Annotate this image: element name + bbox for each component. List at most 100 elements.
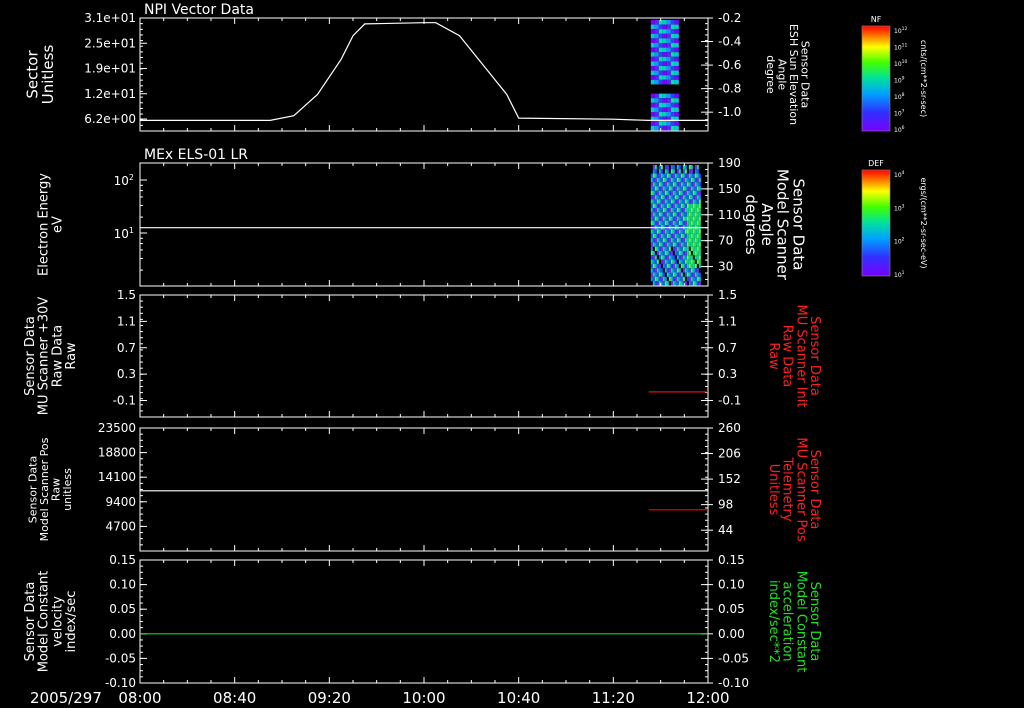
spectrogram-cell <box>690 186 693 191</box>
spectrogram-cell <box>686 208 689 213</box>
spectrogram-cell <box>656 229 659 234</box>
left-tick-label: -0.05 <box>105 651 136 665</box>
spectrogram-cell <box>652 259 655 264</box>
spectrogram-cell <box>688 263 691 269</box>
left-tick-label: 1.1 <box>117 314 136 328</box>
spectrogram-cell <box>678 173 681 178</box>
spectrogram-cell <box>688 212 691 217</box>
spectrogram-cell <box>654 229 657 234</box>
left-tick-label: 0.7 <box>117 341 136 355</box>
spectrogram-cell <box>660 208 663 213</box>
spectrogram-cell <box>680 229 683 234</box>
spectrogram-cell <box>654 263 657 269</box>
panel-2: MEx ELS-01 LR1021011901501107030Electron… <box>37 147 807 287</box>
spectrogram-cell <box>684 177 687 183</box>
spectrogram-cell <box>678 199 681 204</box>
axis-label-line: unitless <box>61 468 74 511</box>
spectrogram-cell <box>652 255 655 260</box>
spectrogram-cell <box>650 29 655 34</box>
spectrogram-cell <box>684 186 687 191</box>
spectrogram-cell <box>660 195 663 200</box>
spectrogram-cell <box>678 165 681 170</box>
spectrogram-cell <box>688 190 691 196</box>
spectrogram-cell <box>696 165 699 170</box>
spectrogram-cell <box>670 173 673 178</box>
spectrogram-cell <box>684 195 687 200</box>
spectrogram-cell <box>654 107 659 112</box>
left-axis-label: Sensor DataMU Scanner +30VRaw DataRaw <box>23 297 79 416</box>
spectrogram-cell <box>698 190 701 196</box>
spectrogram-cell <box>666 203 669 208</box>
spectrogram-cell <box>660 242 663 247</box>
spectrogram-cell <box>674 29 679 34</box>
spectrogram-cell <box>662 24 667 30</box>
spectrogram-cell <box>660 169 663 174</box>
spectrogram-cell <box>678 246 681 251</box>
spectrogram-cell <box>660 251 663 256</box>
spectrogram-cell <box>676 169 679 174</box>
left-tick-label: 1.2e+01 <box>84 87 136 101</box>
axis-label-line: ergs/(cm**2-sr-sec-eV) <box>919 177 928 268</box>
spectrogram-cell <box>694 165 697 170</box>
spectrogram-cell <box>666 33 671 39</box>
spectrogram-cell <box>662 208 665 213</box>
spectrogram-cell <box>676 281 679 286</box>
spectrogram-cell <box>658 121 663 126</box>
spectrogram-cell <box>696 242 699 247</box>
spectrogram-cell <box>654 173 657 178</box>
spectrogram-cell <box>678 186 681 191</box>
spectrogram-cell <box>664 182 667 187</box>
tick-exponent: 12 <box>902 26 908 32</box>
spectrogram-cell <box>664 268 667 273</box>
spectrogram-cell <box>650 102 655 108</box>
spectrogram-cell <box>668 199 671 204</box>
spectrogram-cell <box>670 199 673 204</box>
colorbar-tick-label: 104 <box>894 170 905 179</box>
spectrogram-cell <box>664 203 667 208</box>
spectrogram-cell <box>662 255 665 260</box>
spectrogram-cell <box>674 212 677 217</box>
spectrogram-cell <box>656 177 659 183</box>
spectrogram-cell <box>668 177 671 183</box>
spectrogram-cell <box>658 203 661 208</box>
spectrogram-cell <box>654 272 657 277</box>
tick-exponent: 2 <box>129 173 134 182</box>
left-tick-label: 6.2e+00 <box>84 112 136 126</box>
right-tick-label: 1.1 <box>718 314 737 328</box>
spectrogram-cell <box>672 276 675 282</box>
spectrogram-cell <box>698 199 701 204</box>
spectrogram-cell <box>698 203 701 208</box>
spectrogram-cell <box>692 195 695 200</box>
spectrogram-cell <box>662 61 667 66</box>
spectrogram-cell <box>680 259 683 264</box>
spectrogram-cell <box>666 93 671 99</box>
spectrogram-cell <box>674 246 677 251</box>
spectrogram-cell <box>690 165 693 170</box>
spectrogram-cell <box>682 216 685 221</box>
spectrogram-cell <box>666 125 671 131</box>
time-tick-label: 08:00 <box>118 689 161 707</box>
right-tick-label: -0.8 <box>718 82 741 96</box>
right-tick-label: 190 <box>718 156 741 170</box>
spectrogram-cell <box>650 220 653 226</box>
spectrogram-cell <box>670 61 675 66</box>
spectrogram-cell <box>684 216 687 221</box>
spectrogram-cell <box>666 177 669 183</box>
spectrogram-cell <box>656 182 659 187</box>
spectrogram-cell <box>668 229 671 234</box>
spectrogram-cell <box>668 255 671 260</box>
spectrogram-cell <box>662 238 665 243</box>
spectrogram-cell <box>650 107 655 112</box>
spectrogram-cell <box>654 212 657 217</box>
tick-base: 10 <box>894 78 902 85</box>
spectrogram-cell <box>698 173 701 178</box>
spectrogram-cell <box>690 177 693 183</box>
spectrogram-cell <box>658 47 663 53</box>
spectrogram-cell <box>676 212 679 217</box>
tick-exponent: 4 <box>902 170 905 176</box>
right-axis-label: Sensor DataMU Scanner PosTelemetryUnitle… <box>766 437 822 542</box>
spectrogram-cell <box>654 255 657 260</box>
spectrogram-cell <box>694 268 697 273</box>
panel-1: NPI Vector Data 3.1e+01 2.5e+01 1.9e+01 1.2e… <box>23 2 811 132</box>
spectrogram-cell <box>688 216 691 221</box>
